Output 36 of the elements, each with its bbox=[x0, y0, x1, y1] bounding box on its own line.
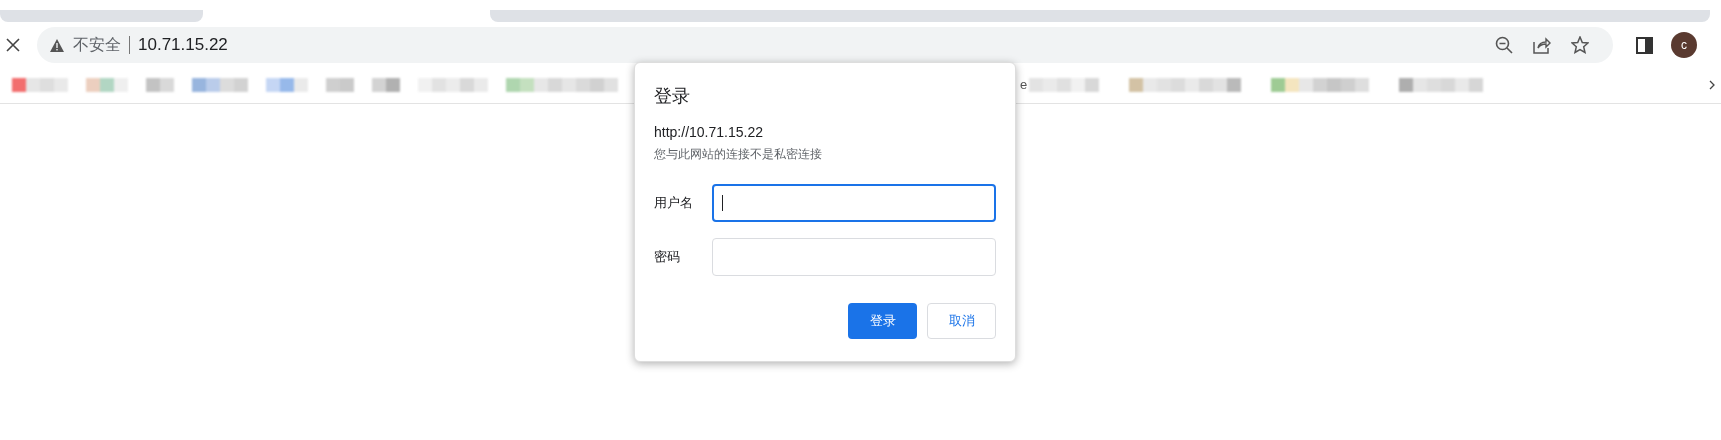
chevron-right-icon[interactable] bbox=[1709, 79, 1715, 90]
field-label: 用户名 bbox=[654, 194, 694, 213]
warning-icon[interactable] bbox=[50, 38, 64, 52]
blurred-bookmark[interactable] bbox=[506, 77, 618, 92]
profile-avatar[interactable]: c bbox=[1671, 32, 1697, 58]
blurred-bookmark[interactable] bbox=[1029, 77, 1100, 92]
input-field[interactable] bbox=[711, 184, 996, 222]
dialog-origin: http://10.71.15.22 bbox=[654, 123, 764, 141]
blurred-bookmark[interactable] bbox=[326, 77, 354, 92]
bookmark-text[interactable]: e bbox=[1020, 74, 1028, 95]
text-cursor bbox=[721, 195, 723, 211]
blurred-bookmark[interactable] bbox=[1129, 77, 1242, 92]
blurred-bookmark[interactable] bbox=[1399, 77, 1484, 92]
blurred-bookmark[interactable] bbox=[86, 77, 128, 92]
blurred-bookmark[interactable] bbox=[192, 77, 248, 92]
address-bar[interactable]: 不安全 10.71.15.22 bbox=[37, 27, 1613, 63]
blurred-bookmark[interactable] bbox=[372, 77, 400, 92]
cancel-button[interactable]: 取消 bbox=[927, 303, 996, 339]
login-button[interactable]: 登录 bbox=[848, 303, 917, 339]
zoom-out-icon[interactable] bbox=[1495, 36, 1513, 54]
dialog-notice: 您与此网站的连接不是私密连接 bbox=[654, 146, 823, 162]
tab[interactable] bbox=[490, 10, 1710, 22]
blurred-bookmark[interactable] bbox=[266, 77, 308, 92]
url-text[interactable]: 10.71.15.22 bbox=[138, 32, 228, 58]
blurred-bookmark[interactable] bbox=[418, 77, 488, 92]
star-icon[interactable] bbox=[1571, 36, 1589, 54]
side-panel-icon[interactable] bbox=[1636, 36, 1653, 54]
field-label: 密码 bbox=[654, 248, 681, 267]
close-icon[interactable] bbox=[6, 38, 20, 52]
security-label[interactable]: 不安全 bbox=[73, 33, 121, 57]
dialog-title: 登录 bbox=[654, 85, 691, 108]
blurred-bookmark[interactable] bbox=[146, 77, 174, 92]
blurred-bookmark[interactable] bbox=[1271, 77, 1370, 92]
tab[interactable] bbox=[0, 10, 203, 22]
share-icon[interactable] bbox=[1533, 36, 1551, 54]
blurred-bookmark[interactable] bbox=[12, 77, 68, 92]
